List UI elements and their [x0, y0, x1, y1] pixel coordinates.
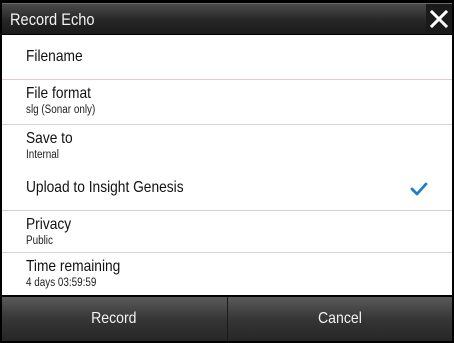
row-file-format[interactable]: File format slg (Sonar only): [2, 80, 452, 125]
record-button-label: Record: [91, 310, 137, 327]
row-privacy[interactable]: Privacy Public: [2, 211, 452, 253]
record-button[interactable]: Record: [2, 297, 227, 341]
time-remaining-label: Time remaining: [26, 258, 121, 275]
upload-label: Upload to Insight Genesis: [26, 179, 184, 196]
cancel-button-label: Cancel: [317, 310, 362, 327]
filename-label: Filename: [26, 48, 83, 65]
dialog-title: Record Echo: [10, 10, 95, 29]
privacy-value: Public: [26, 235, 53, 247]
record-echo-dialog: Record Echo Filename File format slg (So…: [0, 0, 454, 343]
cancel-button[interactable]: Cancel: [226, 297, 452, 341]
file-format-value: slg (Sonar only): [26, 104, 96, 116]
time-remaining-value: 4 days 03:59:59: [26, 277, 97, 289]
dialog-footer: Record Cancel: [2, 297, 452, 341]
close-x-icon: [430, 10, 448, 28]
row-time-remaining: Time remaining 4 days 03:59:59: [2, 253, 452, 295]
row-filename[interactable]: Filename: [2, 35, 452, 80]
checkmark-icon[interactable]: [410, 180, 428, 198]
row-save-to[interactable]: Save to Internal: [2, 125, 452, 165]
row-upload-insight-genesis[interactable]: Upload to Insight Genesis: [2, 166, 452, 211]
close-button[interactable]: [426, 4, 452, 34]
save-to-label: Save to: [26, 130, 73, 147]
dialog-titlebar: Record Echo: [2, 3, 452, 34]
settings-list: Filename File format slg (Sonar only) Sa…: [2, 35, 452, 295]
privacy-label: Privacy: [26, 216, 72, 233]
save-to-value: Internal: [26, 149, 59, 161]
file-format-label: File format: [26, 85, 91, 102]
